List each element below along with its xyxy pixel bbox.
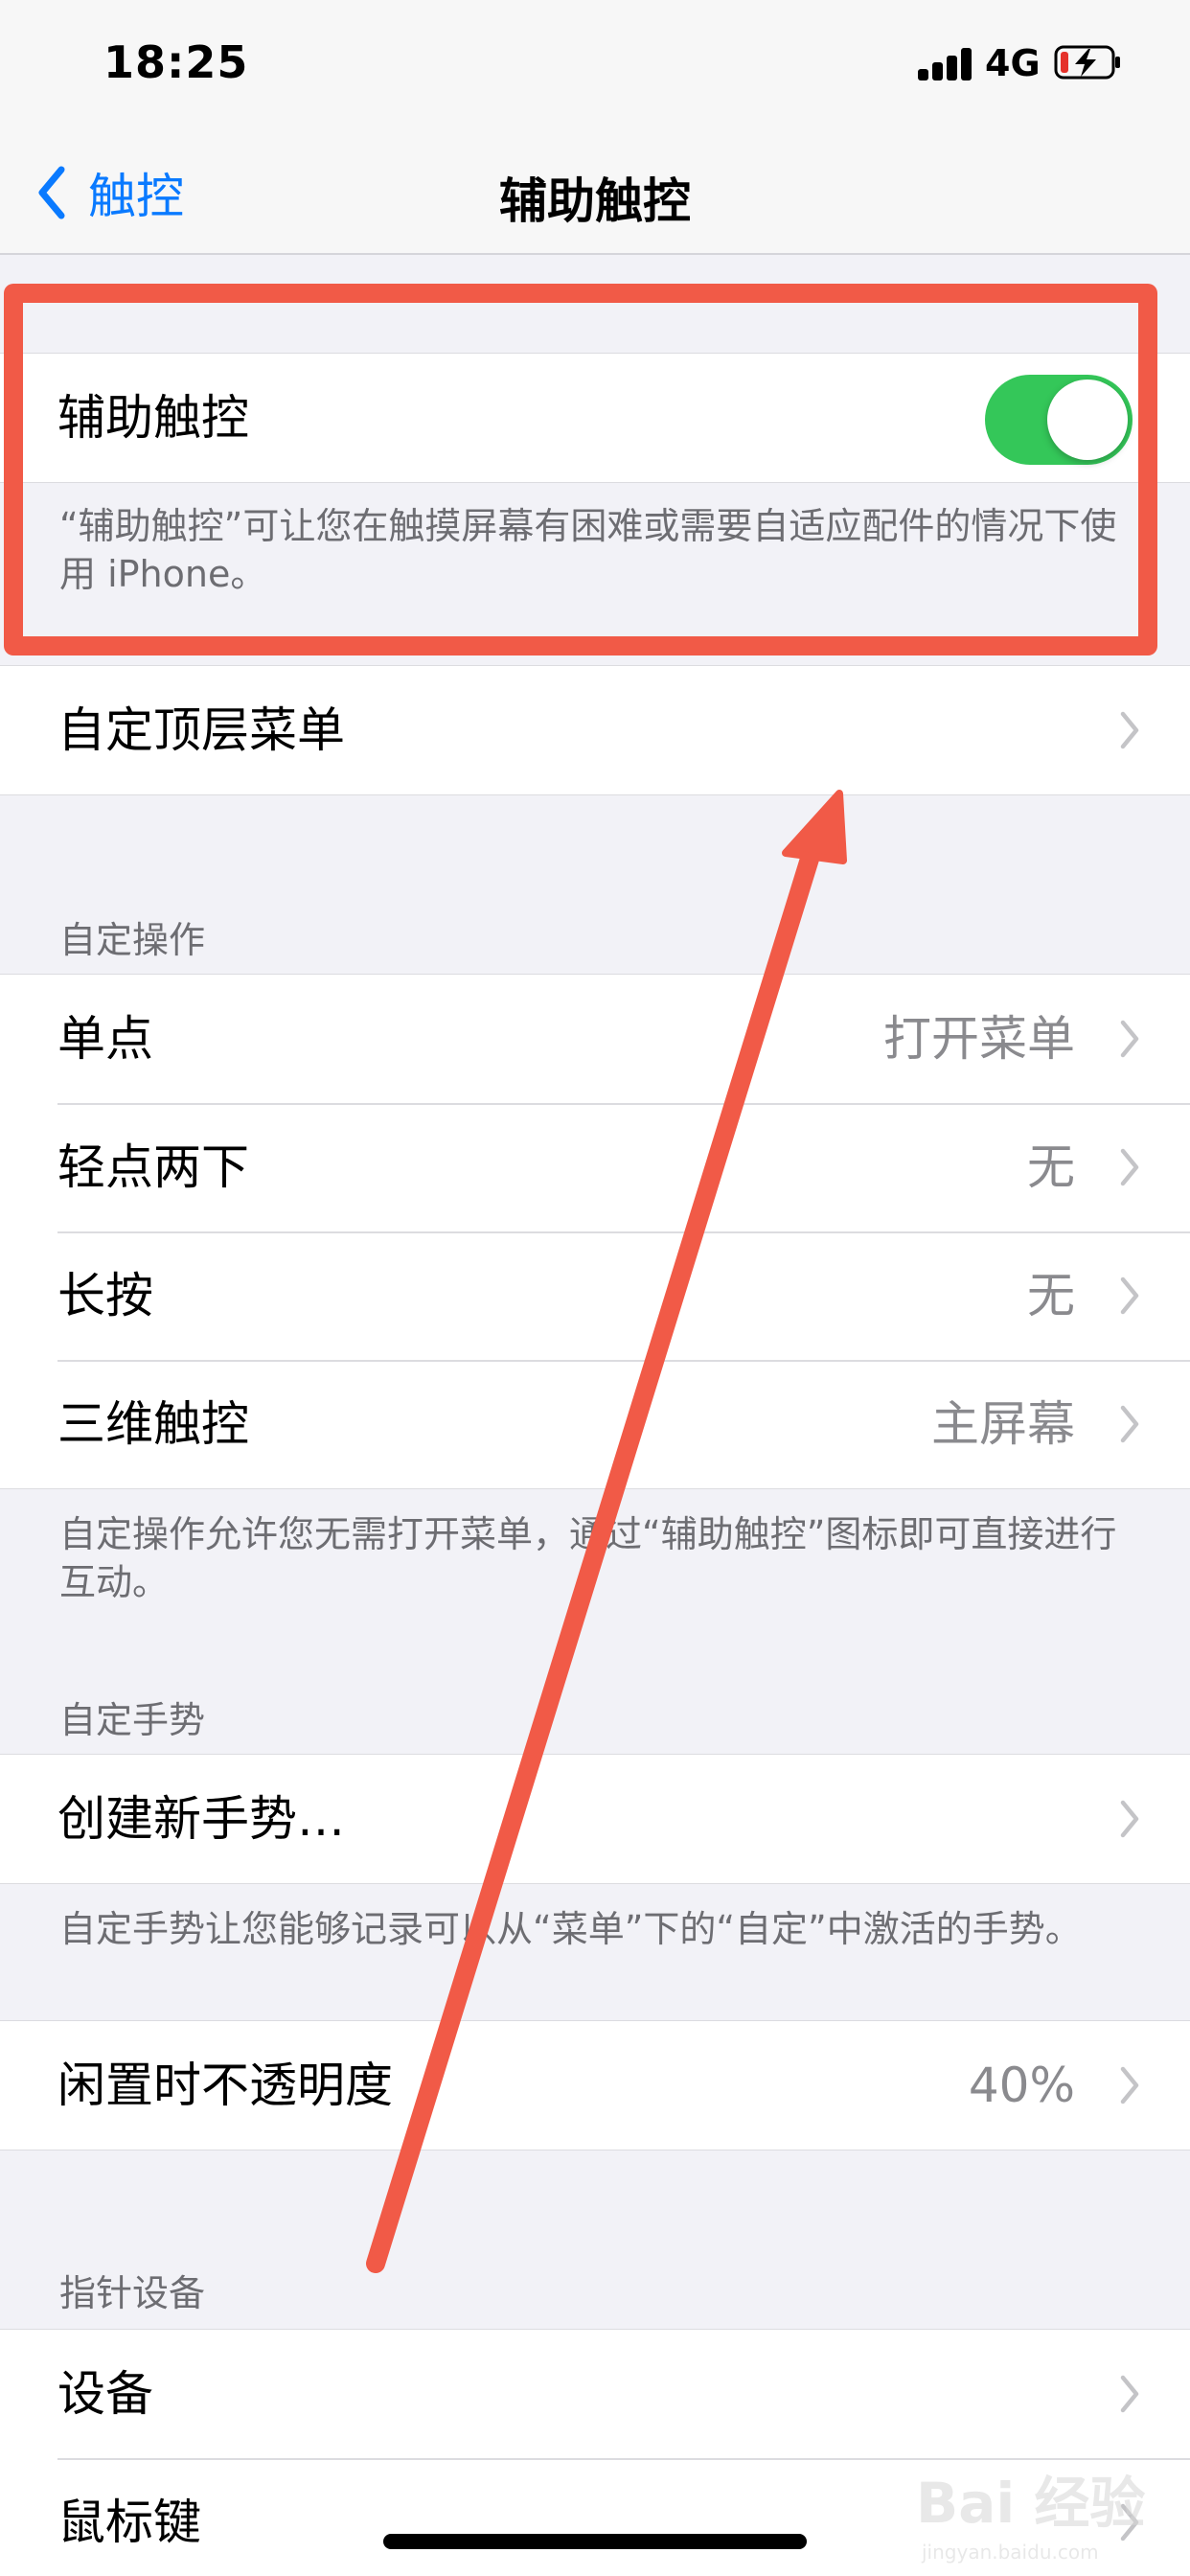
annotation-highlight-box [4,284,1157,656]
create-gesture-row[interactable]: 创建新手势… [0,1755,1190,1883]
chevron-right-icon [1120,711,1139,749]
double-tap-label: 轻点两下 [57,1139,249,1195]
cellular-signal-icon [918,48,973,80]
idle-opacity-group: 闲置时不透明度 40% [0,2020,1190,2150]
chevron-right-icon [1120,1020,1139,1058]
custom-actions-footer: 自定操作允许您无需打开菜单，通过“辅助触控”图标即可直接进行互动。 [59,1513,1117,1603]
svg-text:Bai 经验: Bai 经验 [916,2471,1145,2536]
chevron-right-icon [1120,1148,1139,1186]
create-gesture-label: 创建新手势… [57,1791,345,1847]
single-tap-label: 单点 [57,1011,153,1067]
idle-opacity-value: 40% [968,2058,1075,2113]
custom-gestures-group: 创建新手势… [0,1754,1190,1884]
navigation-bar: 触控 辅助触控 [0,134,1190,255]
custom-gestures-footer: 自定手势让您能够记录可以从“菜单”下的“自定”中激活的手势。 [59,1908,1082,1950]
custom-actions-group: 单点 打开菜单 轻点两下 无 长按 无 三维触控 主屏幕 [0,974,1190,1489]
customize-top-menu-label: 自定顶层菜单 [57,702,345,758]
customize-top-menu-row[interactable]: 自定顶层菜单 [0,666,1190,794]
status-time: 18:25 [103,36,249,88]
baidu-watermark-logo: Bai 经验 jingyan.baidu.com [916,2471,1145,2564]
double-tap-value: 无 [1027,1139,1075,1195]
mouse-keys-label: 鼠标键 [57,2495,201,2550]
chevron-right-icon [1120,2066,1139,2104]
single-tap-row[interactable]: 单点 打开菜单 [0,975,1190,1103]
pointer-devices-header: 指针设备 [59,2272,206,2314]
devices-row[interactable]: 设备 [0,2330,1190,2458]
assistive-touch-settings-screen: 18:25 4G 触控 辅助触控 辅助触控 “辅助触控”可让您在触摸屏幕有困难或… [0,0,1190,2576]
long-press-label: 长按 [57,1268,153,1323]
double-tap-row[interactable]: 轻点两下 无 [0,1103,1190,1231]
status-bar: 18:25 4G [0,0,1190,134]
single-tap-value: 打开菜单 [883,1011,1075,1067]
3d-touch-label: 三维触控 [57,1396,249,1452]
custom-gestures-header: 自定手势 [59,1699,206,1741]
home-indicator[interactable] [383,2534,807,2549]
chevron-right-icon [1120,2375,1139,2413]
long-press-value: 无 [1027,1268,1075,1323]
idle-opacity-label: 闲置时不透明度 [57,2058,393,2113]
3d-touch-row[interactable]: 三维触控 主屏幕 [0,1360,1190,1488]
long-press-row[interactable]: 长按 无 [0,1231,1190,1360]
battery-charging-icon [1054,45,1120,80]
custom-actions-header: 自定操作 [59,919,206,961]
chevron-right-icon [1120,1800,1139,1838]
top-menu-group: 自定顶层菜单 [0,665,1190,795]
devices-label: 设备 [57,2366,153,2422]
chevron-right-icon [1120,1276,1139,1315]
chevron-right-icon [1120,1405,1139,1443]
page-title: 辅助触控 [499,173,691,229]
idle-opacity-row[interactable]: 闲置时不透明度 40% [0,2021,1190,2150]
network-type: 4G [985,42,1041,84]
svg-text:jingyan.baidu.com: jingyan.baidu.com [921,2541,1099,2564]
3d-touch-value: 主屏幕 [931,1396,1075,1452]
